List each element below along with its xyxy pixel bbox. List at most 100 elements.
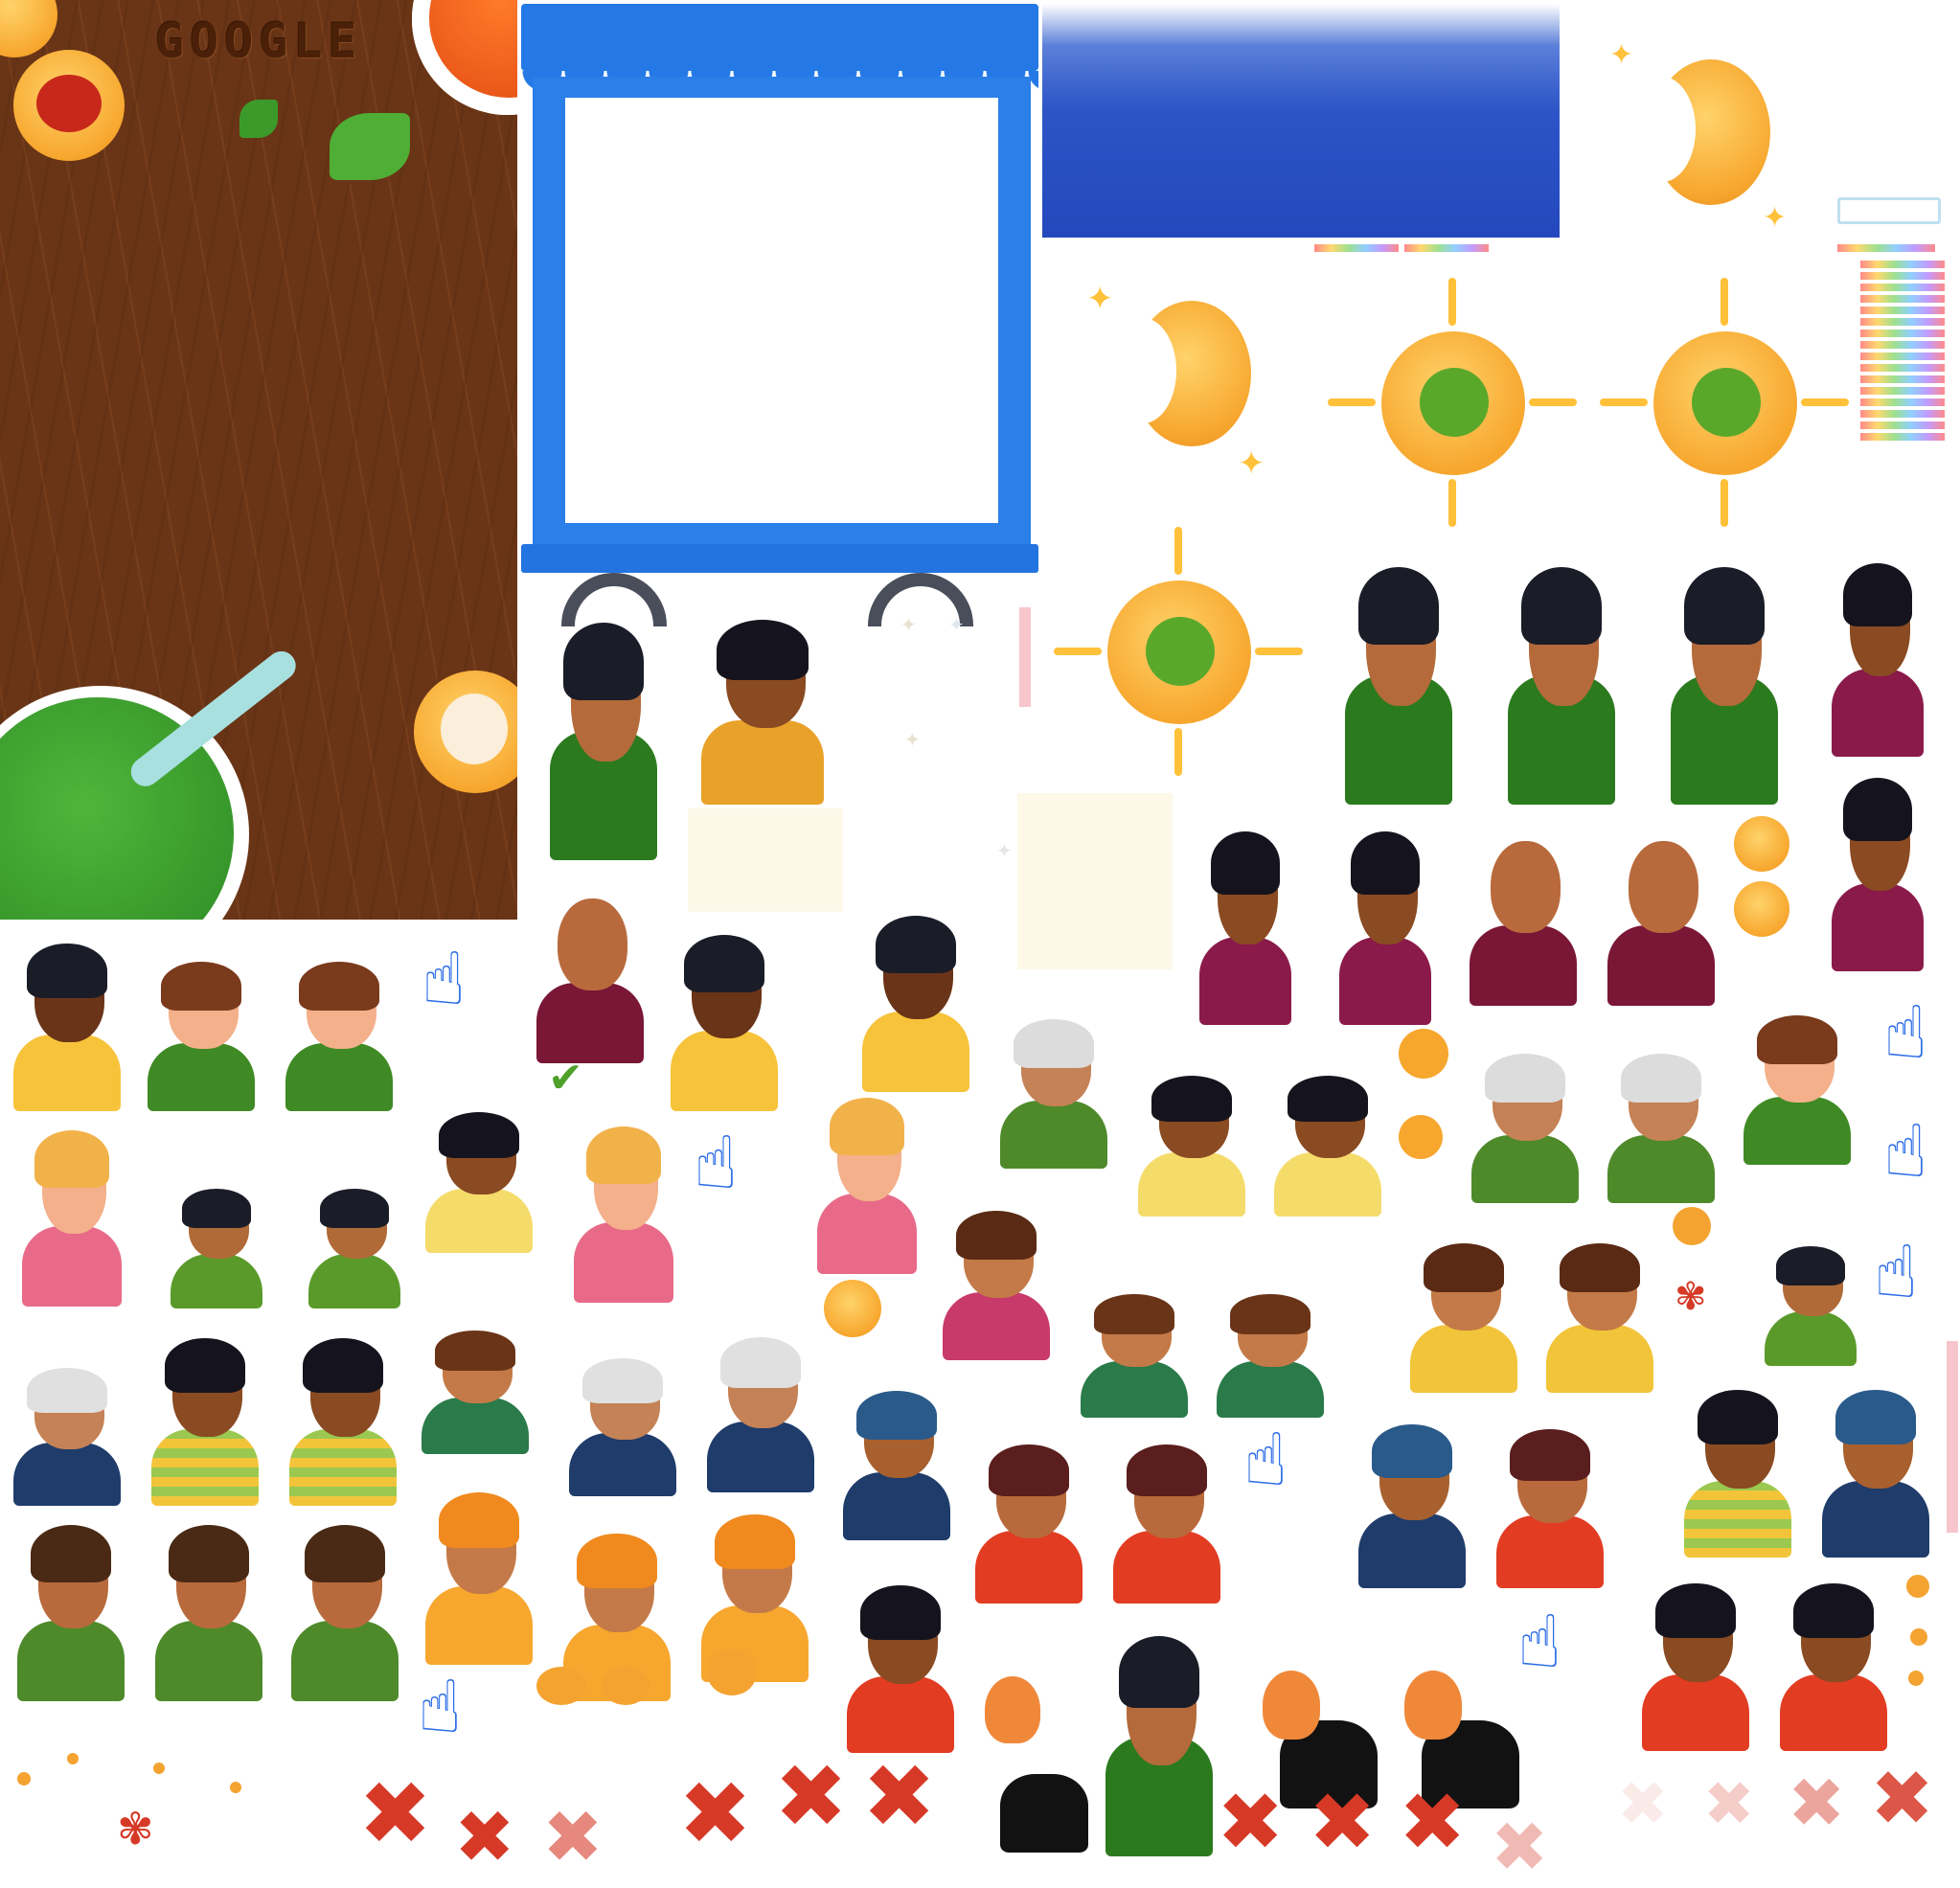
sun-puri: [1328, 278, 1577, 527]
old-woman-portrait: [1458, 1040, 1592, 1203]
coriander-leaf-icon: [239, 100, 278, 138]
mother-child-portrait: [10, 1115, 134, 1307]
vendor-boy-sprite: [1494, 546, 1629, 805]
man-striped-sweater-portrait: [276, 1324, 410, 1506]
red-stamp-icon: ✾: [117, 1803, 154, 1854]
fox-sprite: [985, 1676, 1040, 1743]
rainbow-strip: [1404, 244, 1489, 252]
red-cross-icon: ✖: [542, 1794, 604, 1879]
girl-headphones-portrait: [1261, 1063, 1395, 1217]
bald-man-portrait: [1456, 814, 1590, 1006]
turban-man-portrait: [1809, 1376, 1943, 1558]
woman-headscarf-portrait: [412, 1477, 546, 1665]
red-cross-icon: ✖: [1399, 1775, 1467, 1869]
puri-stuffing: [441, 694, 508, 764]
pointer-hand-icon: ☝: [422, 936, 467, 1021]
mother-child-portrait: [561, 1111, 686, 1303]
pointer-hand-icon: ☝: [418, 1664, 463, 1749]
sparkle-icon: ✦: [900, 613, 917, 636]
woman-red-top-portrait: [1483, 1416, 1617, 1588]
cart-canopy: [521, 4, 1038, 71]
red-cross-icon: ✖: [1491, 1807, 1549, 1887]
puri-crumb: [707, 1649, 757, 1695]
woman-braid-portrait: [833, 1571, 968, 1753]
puri-crumb: [153, 1763, 165, 1774]
boy-green-sweater-portrait: [297, 1178, 412, 1308]
rainbow-strip: [1837, 244, 1935, 252]
black-cat-sprite: [1000, 1774, 1088, 1853]
pink-bar: [1947, 1341, 1958, 1533]
bald-man-portrait: [523, 872, 657, 1063]
long-hair-woman-portrait: [1533, 1230, 1667, 1393]
red-cross-icon: ✖: [454, 1794, 515, 1879]
orange-dot: [1399, 1115, 1443, 1159]
moon-bite: [1109, 318, 1176, 423]
vendor-boy-sprite: [536, 602, 671, 860]
puri-crumb: [602, 1667, 650, 1705]
girl-scarf-sprite: [1188, 814, 1303, 1025]
vendor-boy-sprite: [1332, 546, 1466, 805]
mother-child-portrait: [805, 1082, 929, 1274]
bald-man-portrait: [1594, 814, 1728, 1006]
red-cross-icon: ✖: [1870, 1754, 1935, 1843]
boy-green-sweater-portrait: [1753, 1236, 1868, 1366]
sparkle-icon: ✦: [1609, 38, 1634, 72]
pointer-hand-icon: ☝: [1883, 989, 1928, 1075]
woman-frog-portrait: [1067, 1284, 1201, 1418]
pink-bar: [1019, 607, 1031, 707]
man-striped-sweater-portrait: [138, 1324, 272, 1506]
girl-headphones-portrait: [412, 1100, 546, 1253]
puri-crumb: [536, 1667, 586, 1705]
rainbow-bars: [1860, 261, 1945, 444]
puri-crumb-small: [824, 1280, 881, 1337]
man-red-glasses-portrait: [849, 900, 983, 1092]
woman-frog-portrait: [1203, 1284, 1337, 1418]
pointer-hand-icon: ☝: [1874, 1229, 1919, 1314]
girl-scarf-sprite: [1328, 814, 1443, 1025]
puri-top-left: [0, 0, 57, 57]
red-cross-icon: ✖: [1788, 1763, 1846, 1843]
woman-headscarf-portrait: [688, 1500, 822, 1682]
man-striped-sweater-portrait: [1671, 1376, 1805, 1558]
sparkle-icon: ✦: [1763, 201, 1788, 235]
sun-puri: [1054, 527, 1303, 776]
sparkle-icon: ✦: [948, 613, 965, 636]
fox-sprite: [1404, 1671, 1462, 1740]
sun-puri: [1600, 278, 1849, 527]
puri-small: [1734, 881, 1789, 937]
old-man-glasses-portrait: [0, 1356, 134, 1506]
pointer-hand-icon: ☝: [1243, 1417, 1288, 1502]
puri-crumb: [1673, 1207, 1711, 1245]
night-sky-panel: [1042, 4, 1560, 238]
checkmark-icon: ✔: [548, 1054, 583, 1103]
vendor-boy-sprite: [1657, 546, 1791, 805]
sparkle-icon: ✦: [1238, 444, 1265, 483]
old-man-glasses-portrait: [556, 1347, 690, 1496]
man-mustache-portrait: [142, 1510, 276, 1701]
fox-sprite: [1263, 1671, 1320, 1740]
red-cross-icon: ✖: [358, 1763, 433, 1865]
red-cross-icon: ✖: [1217, 1775, 1285, 1869]
puri-crumb: [1910, 1628, 1927, 1646]
old-woman-portrait: [987, 1006, 1121, 1169]
man-mustache-portrait: [278, 1510, 412, 1701]
rainbow-strip: [1314, 244, 1399, 252]
curly-woman-portrait: [134, 948, 268, 1111]
red-cross-icon: ✖: [1617, 1769, 1669, 1840]
red-stamp-icon: ✾: [1675, 1275, 1707, 1319]
woman-frog-portrait: [408, 1320, 542, 1454]
vendor-boy-sprite: [1092, 1617, 1226, 1856]
orange-dot: [1399, 1029, 1448, 1079]
red-cross-icon: ✖: [1703, 1769, 1755, 1840]
old-man-glasses-portrait: [694, 1324, 828, 1492]
turban-man-portrait: [830, 1377, 964, 1540]
girl-scarf-portrait: [686, 603, 839, 805]
sparkle-icon: ✦: [1086, 280, 1114, 318]
puri-crumb: [67, 1753, 79, 1764]
woman-red-top-portrait: [962, 1431, 1096, 1604]
curly-woman-portrait: [1730, 1002, 1864, 1165]
google-logo-engraving: GOOGLE: [155, 13, 363, 69]
woman-braid-portrait: [1629, 1569, 1763, 1751]
turban-man-portrait: [1345, 1410, 1479, 1588]
man-red-glasses-portrait: [0, 929, 134, 1111]
